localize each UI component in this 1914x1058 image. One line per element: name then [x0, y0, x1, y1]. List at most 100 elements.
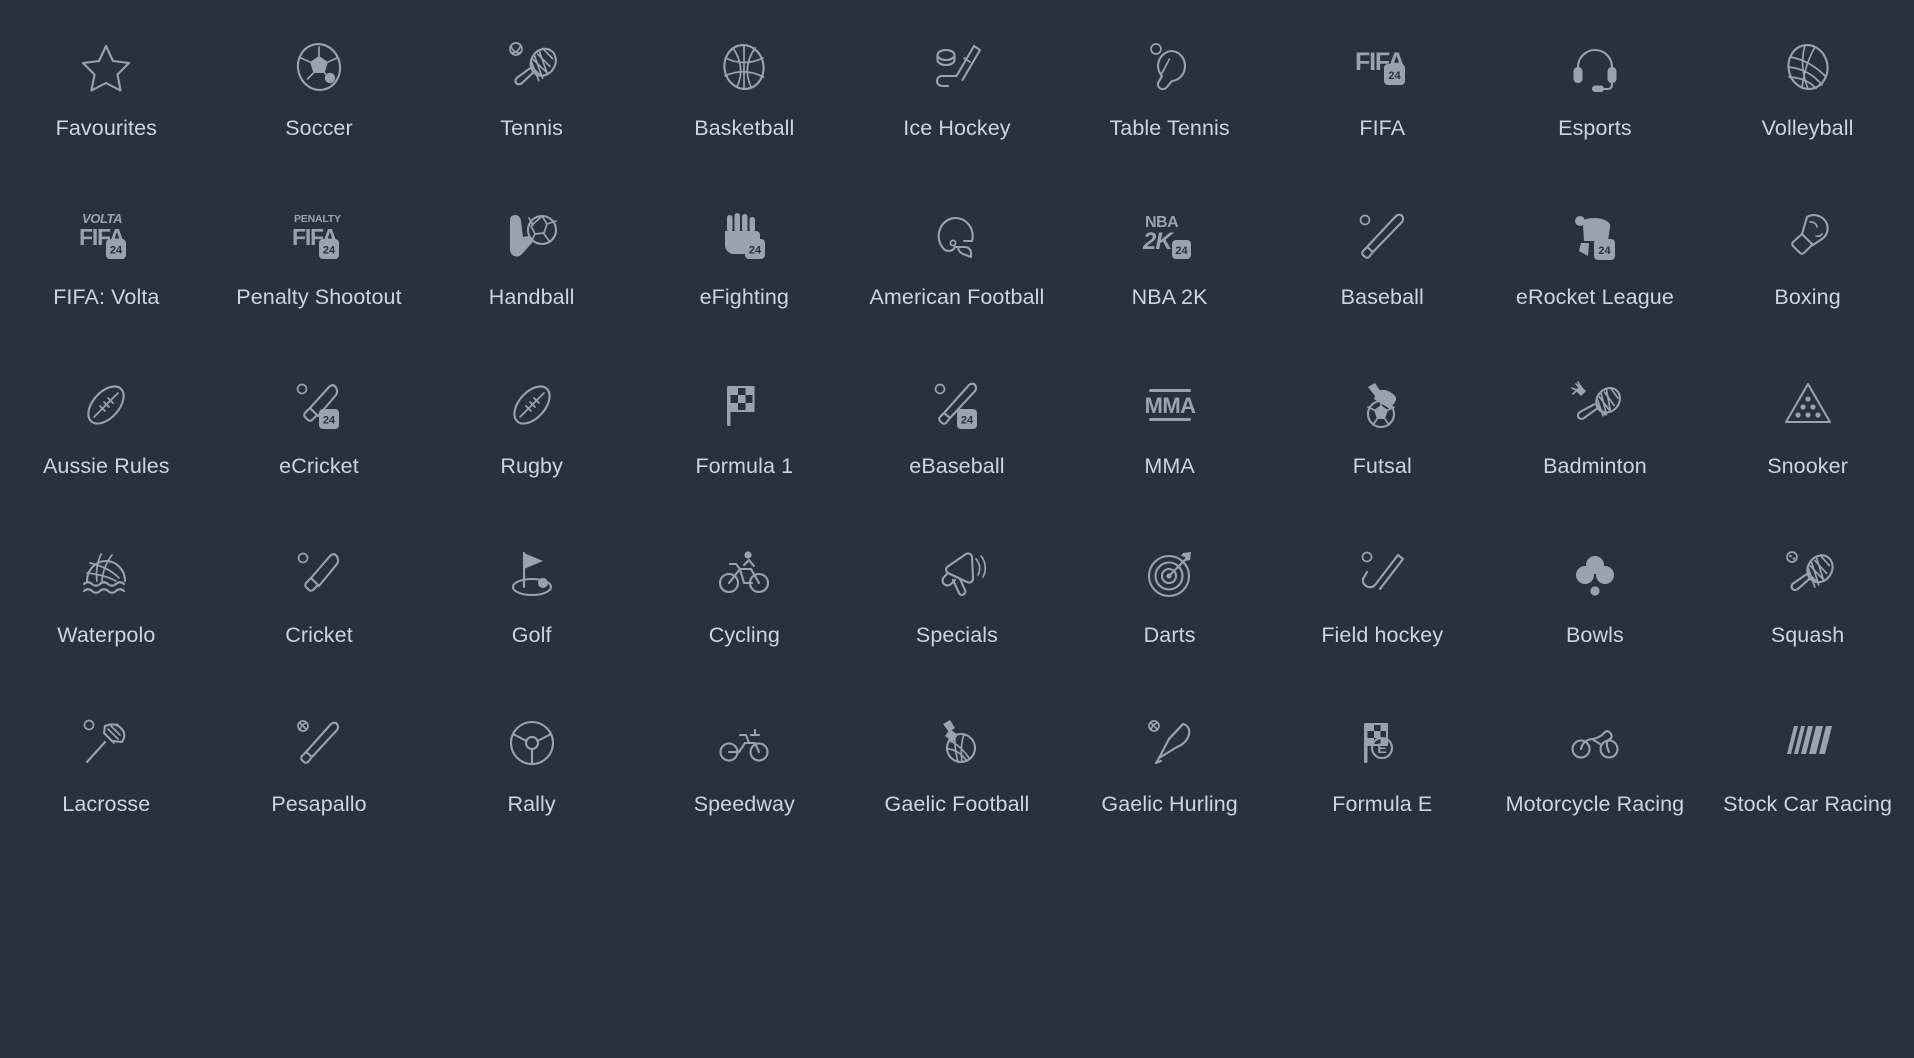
- sport-category-item[interactable]: Field hockey: [1276, 531, 1489, 700]
- lawn-bowls-icon: [1564, 543, 1626, 605]
- sport-category-item[interactable]: Basketball: [638, 24, 851, 193]
- badminton-racket-shuttlecock-icon: [1564, 374, 1626, 436]
- efighting-fist-24-icon: 24: [713, 205, 775, 267]
- cricket-bat-ball-icon: [288, 543, 350, 605]
- sport-category-item[interactable]: Tennis: [425, 24, 638, 193]
- sport-category-label: Boxing: [1774, 285, 1841, 309]
- sport-category-label: Snooker: [1767, 454, 1848, 478]
- sport-category-label: Squash: [1770, 623, 1845, 647]
- pesapallo-bat-ball-icon: [288, 712, 350, 774]
- sport-category-item[interactable]: American Football: [851, 193, 1064, 362]
- rugby-ball-icon: [501, 374, 563, 436]
- sport-category-item[interactable]: PENALTY FIFA 24 Penalty Shootout: [213, 193, 426, 362]
- sport-category-item[interactable]: Golf: [425, 531, 638, 700]
- sport-category-label: Lacrosse: [62, 792, 151, 816]
- star-icon: [75, 36, 137, 98]
- sport-category-label: Darts: [1143, 623, 1196, 647]
- sport-category-item[interactable]: Esports: [1489, 24, 1702, 193]
- sport-category-item[interactable]: Handball: [425, 193, 638, 362]
- futsal-boot-ball-icon: [1351, 374, 1413, 436]
- sport-category-item[interactable]: Pesapallo: [213, 700, 426, 869]
- svg-text:24: 24: [323, 415, 336, 427]
- baseball-bat-ball-icon: [1351, 205, 1413, 267]
- fifa-24-logo-icon: FIFA 24: [1351, 36, 1413, 98]
- sport-category-item[interactable]: 24 eBaseball: [851, 362, 1064, 531]
- mma-logo-icon: MMA: [1139, 374, 1201, 436]
- sport-category-item[interactable]: Cycling: [638, 531, 851, 700]
- sport-category-item[interactable]: MMA MMA: [1063, 362, 1276, 531]
- sport-category-item[interactable]: Squash: [1701, 531, 1914, 700]
- sport-category-label: Handball: [488, 285, 575, 309]
- sport-category-label: Favourites: [55, 116, 158, 140]
- sport-category-item[interactable]: Futsal: [1276, 362, 1489, 531]
- sport-category-label: Cycling: [708, 623, 780, 647]
- svg-text:E: E: [1378, 740, 1387, 756]
- sport-category-label: Gaelic Hurling: [1101, 792, 1238, 816]
- sport-category-item[interactable]: 24 eRocket League: [1489, 193, 1702, 362]
- sport-category-label: Rugby: [500, 454, 563, 478]
- sport-category-label: Ice Hockey: [903, 116, 1011, 140]
- svg-text:MMA: MMA: [1144, 393, 1195, 418]
- snooker-triangle-balls-icon: [1777, 374, 1839, 436]
- erocket-league-24-icon: 24: [1564, 205, 1626, 267]
- sport-category-item[interactable]: Stock Car Racing: [1701, 700, 1914, 869]
- penalty-fifa-24-logo-icon: PENALTY FIFA 24: [288, 205, 350, 267]
- sport-category-label: Formula 1: [695, 454, 794, 478]
- sport-category-item[interactable]: 24 eCricket: [213, 362, 426, 531]
- sport-category-item[interactable]: E Formula E: [1276, 700, 1489, 869]
- sport-category-item[interactable]: Ice Hockey: [851, 24, 1064, 193]
- sport-category-label: Gaelic Football: [884, 792, 1030, 816]
- sport-category-item[interactable]: FIFA 24 FIFA: [1276, 24, 1489, 193]
- nba-2k-24-logo-icon: NBA 2K 24: [1139, 205, 1201, 267]
- ebaseball-bat-24-icon: 24: [926, 374, 988, 436]
- sport-category-item[interactable]: Aussie Rules: [0, 362, 213, 531]
- svg-text:24: 24: [1598, 245, 1611, 257]
- sport-category-item[interactable]: Motorcycle Racing: [1489, 700, 1702, 869]
- svg-text:24: 24: [1389, 70, 1402, 82]
- sport-category-item[interactable]: Bowls: [1489, 531, 1702, 700]
- lacrosse-stick-ball-icon: [75, 712, 137, 774]
- sport-category-item[interactable]: Formula 1: [638, 362, 851, 531]
- sport-category-item[interactable]: NBA 2K 24 NBA 2K: [1063, 193, 1276, 362]
- soccer-ball-icon: [288, 36, 350, 98]
- sport-category-item[interactable]: Speedway: [638, 700, 851, 869]
- svg-text:24: 24: [110, 245, 123, 257]
- sport-category-item[interactable]: Gaelic Hurling: [1063, 700, 1276, 869]
- sport-category-item[interactable]: Cricket: [213, 531, 426, 700]
- sport-category-label: Badminton: [1543, 454, 1647, 478]
- sport-category-label: Tennis: [500, 116, 564, 140]
- checkered-flag-icon: [713, 374, 775, 436]
- sports-category-grid: Favourites Soccer Tennis Basketball Ice Hock…: [0, 0, 1914, 869]
- sport-category-item[interactable]: Gaelic Football: [851, 700, 1064, 869]
- sport-category-item[interactable]: Darts: [1063, 531, 1276, 700]
- cycling-bicycle-icon: [713, 543, 775, 605]
- gaelic-football-icon: [926, 712, 988, 774]
- fifa-volta-24-logo-icon: VOLTA FIFA 24: [75, 205, 137, 267]
- sport-category-item[interactable]: Lacrosse: [0, 700, 213, 869]
- sport-category-item[interactable]: Badminton: [1489, 362, 1702, 531]
- svg-text:24: 24: [1175, 245, 1188, 257]
- sport-category-label: Speedway: [693, 792, 795, 816]
- sport-category-item[interactable]: Snooker: [1701, 362, 1914, 531]
- sport-category-label: Field hockey: [1321, 623, 1444, 647]
- sport-category-item[interactable]: Boxing: [1701, 193, 1914, 362]
- sport-category-item[interactable]: Table Tennis: [1063, 24, 1276, 193]
- sport-category-item[interactable]: Rugby: [425, 362, 638, 531]
- sport-category-label: Soccer: [285, 116, 353, 140]
- sport-category-label: Basketball: [694, 116, 795, 140]
- sport-category-label: Cricket: [285, 623, 353, 647]
- sport-category-item[interactable]: Soccer: [213, 24, 426, 193]
- sport-category-label: Formula E: [1332, 792, 1433, 816]
- sport-category-item[interactable]: Specials: [851, 531, 1064, 700]
- sport-category-item[interactable]: Rally: [425, 700, 638, 869]
- sport-category-item[interactable]: VOLTA FIFA 24 FIFA: Volta: [0, 193, 213, 362]
- sport-category-label: FIFA: [1359, 116, 1406, 140]
- formula-e-flag-icon: E: [1351, 712, 1413, 774]
- sport-category-item[interactable]: Volleyball: [1701, 24, 1914, 193]
- sport-category-item[interactable]: 24 eFighting: [638, 193, 851, 362]
- svg-text:24: 24: [961, 415, 974, 427]
- sport-category-item[interactable]: Favourites: [0, 24, 213, 193]
- sport-category-label: Motorcycle Racing: [1505, 792, 1685, 816]
- sport-category-item[interactable]: Waterpolo: [0, 531, 213, 700]
- sport-category-item[interactable]: Baseball: [1276, 193, 1489, 362]
